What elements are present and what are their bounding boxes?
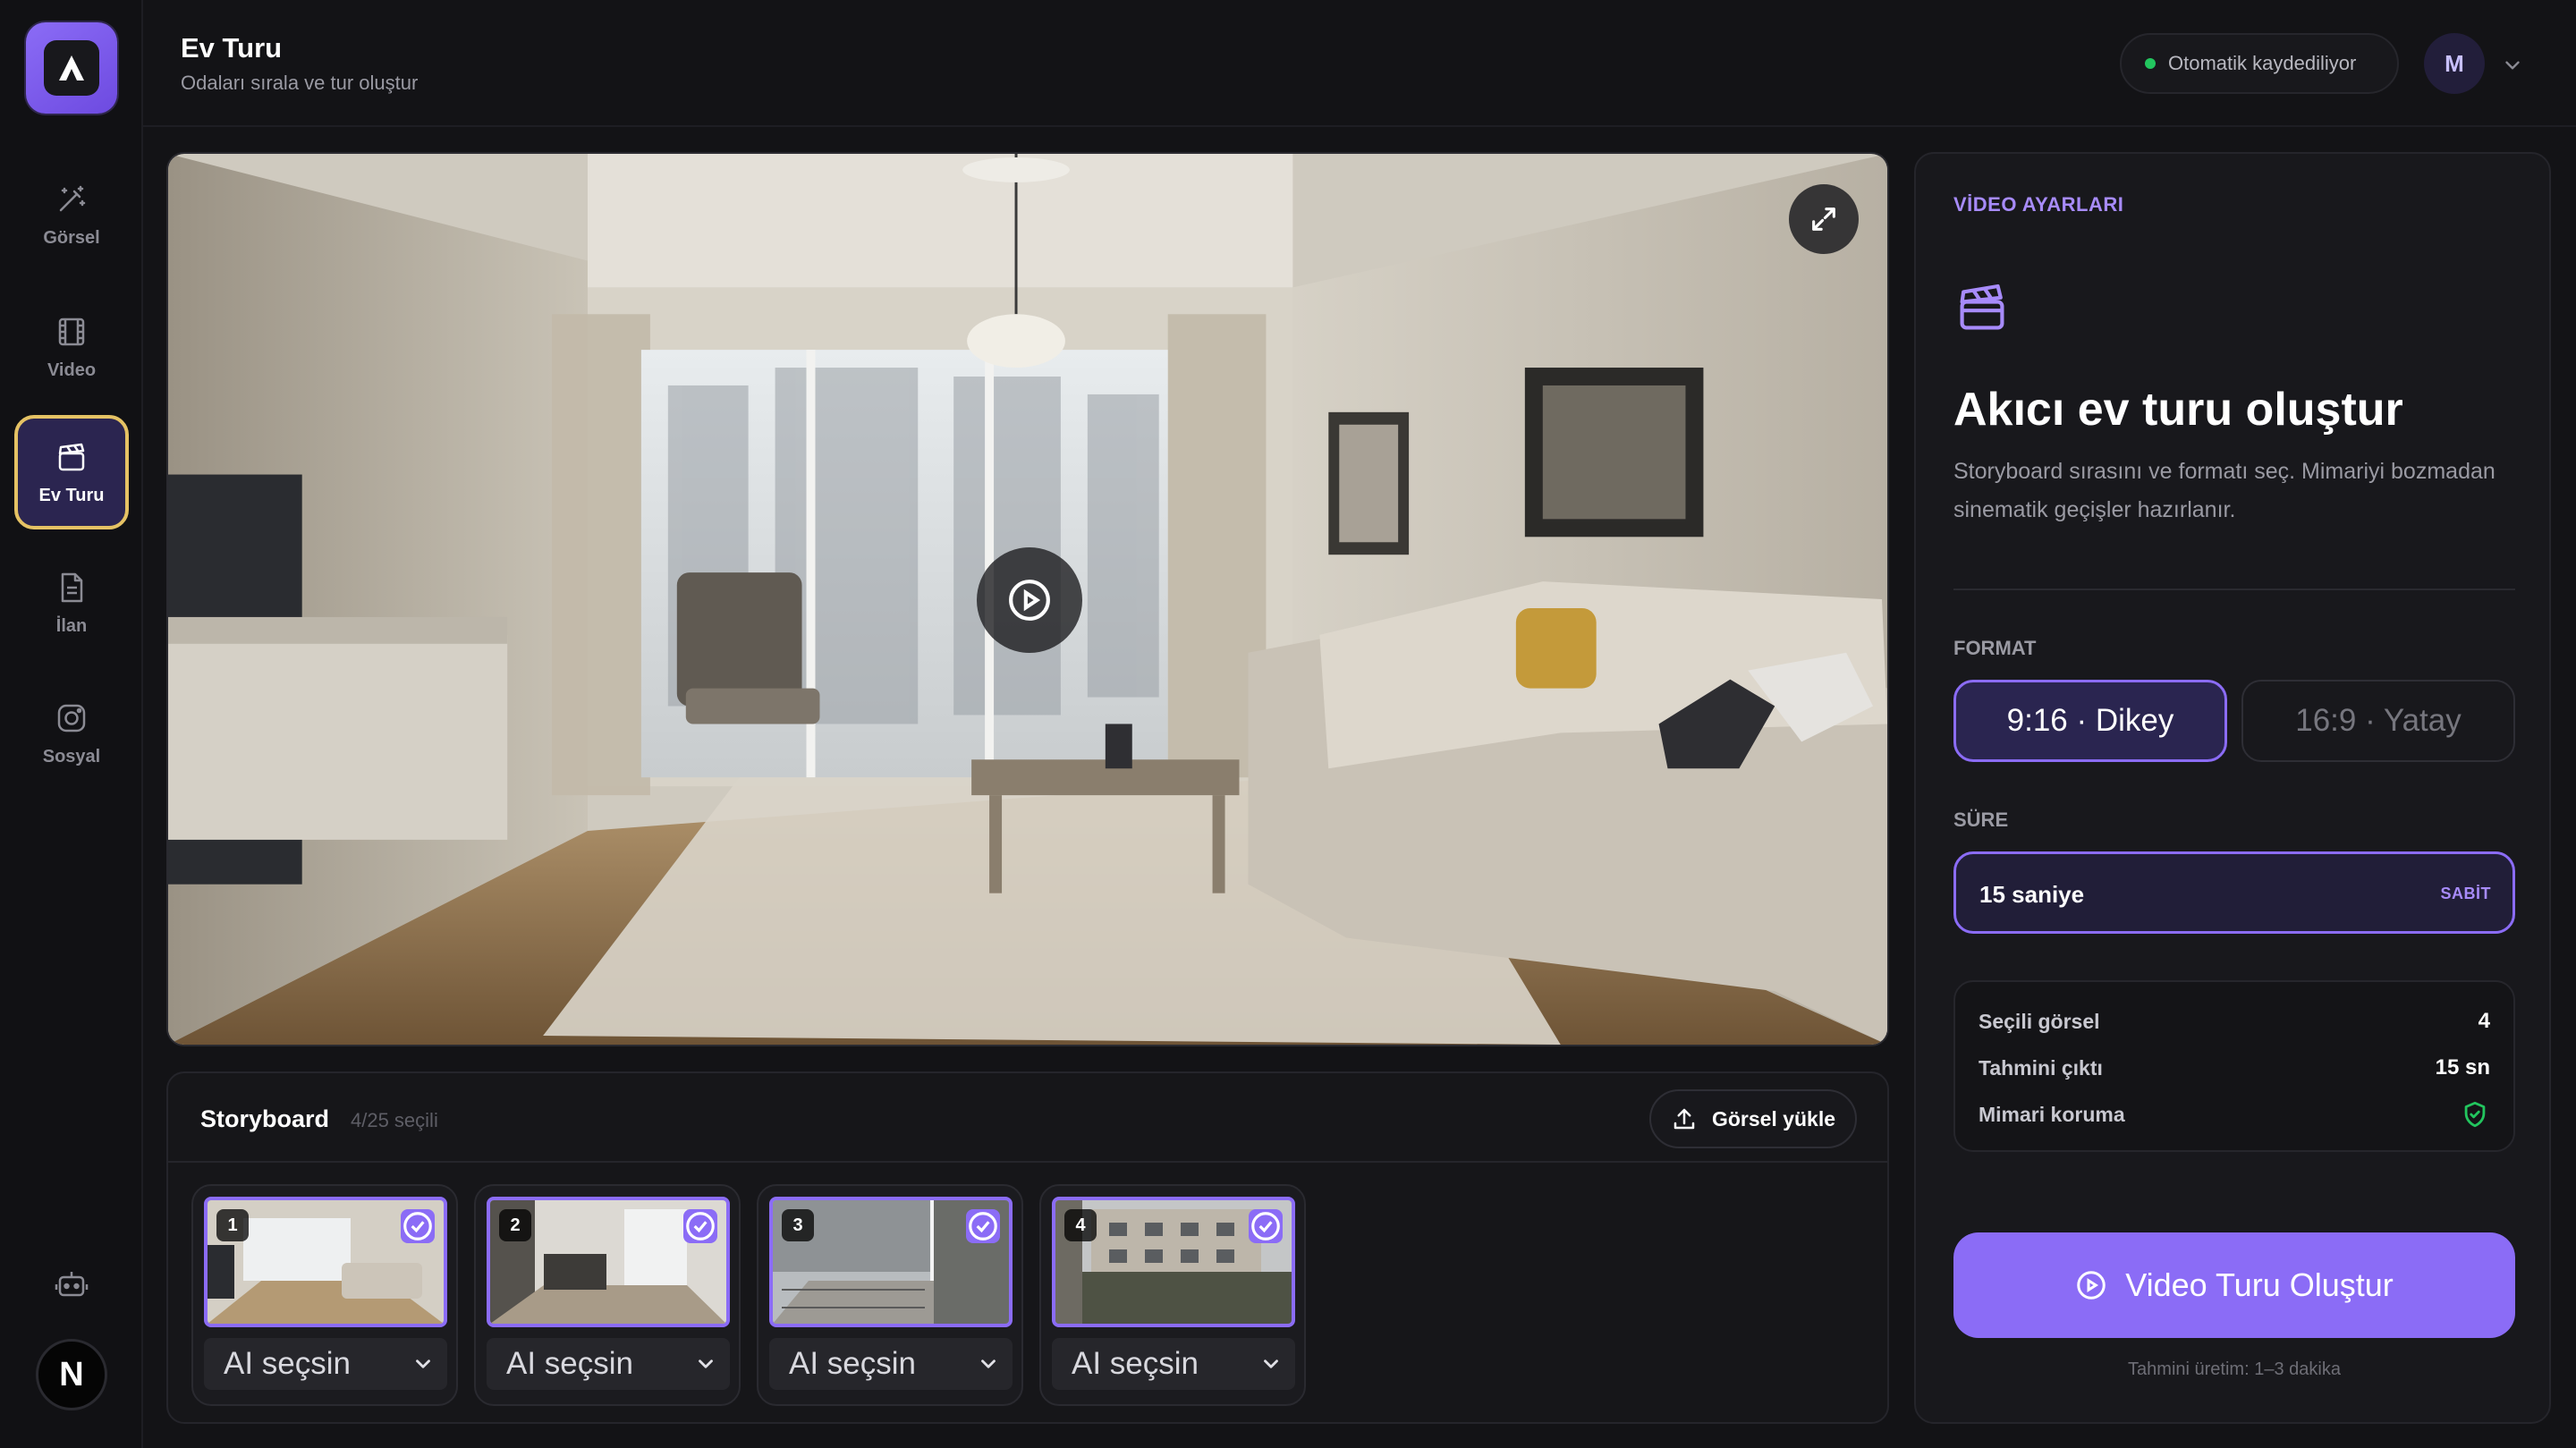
document-icon: [61, 572, 83, 602]
summary-key: Tahmini çıktı: [1979, 1055, 2103, 1080]
user-avatar[interactable]: M: [2424, 33, 2485, 94]
storyboard-panel: Storyboard 4/25 seçili Görsel yükle 1 AI…: [166, 1071, 1889, 1424]
divider: [1953, 589, 2515, 590]
upload-image-button[interactable]: Görsel yükle: [1649, 1089, 1857, 1148]
sidebar-item-gorsel[interactable]: Görsel: [14, 157, 129, 272]
storyboard-header: Storyboard 4/25 seçili Görsel yükle: [168, 1073, 1887, 1163]
storyboard-thumbnail[interactable]: 1: [204, 1197, 447, 1327]
expand-icon: [1812, 207, 1835, 231]
play-button[interactable]: [977, 547, 1082, 653]
upload-icon: [1674, 1108, 1695, 1130]
duration-field: 15 saniye SABİT: [1953, 851, 2515, 934]
select-value: AI seçsin: [224, 1346, 351, 1381]
summary-value: 4: [2478, 1009, 2490, 1033]
summary-row: Seçili görsel 4: [1979, 1003, 2490, 1039]
storyboard-card[interactable]: 2 AI seçsin: [474, 1184, 741, 1406]
summary-row: Tahmini çıktı 15 sn: [1979, 1050, 2490, 1086]
fullscreen-button[interactable]: [1789, 184, 1859, 254]
chevron-down-icon: [981, 1359, 996, 1368]
shield-check-icon: [2464, 1101, 2486, 1128]
storyboard-card[interactable]: 3 AI seçsin: [757, 1184, 1023, 1406]
create-video-tour-button[interactable]: Video Turu Oluştur: [1953, 1232, 2515, 1338]
duration-value: 15 saniye: [1979, 881, 2085, 908]
card-index: 2: [499, 1209, 531, 1241]
clapperboard-icon: [58, 443, 85, 470]
ai-select-dropdown[interactable]: AI seçsin: [769, 1338, 1013, 1390]
play-icon: [1009, 580, 1050, 621]
card-index: 1: [216, 1209, 249, 1241]
ai-select-dropdown[interactable]: AI seçsin: [1052, 1338, 1295, 1390]
sidebar: Görsel Video Ev Turu İlan Sosyal N: [0, 0, 143, 1448]
format-label: FORMAT: [1953, 637, 2037, 659]
card-index: 3: [782, 1209, 814, 1241]
video-settings-panel: VİDEO AYARLARI Akıcı ev turu oluştur Sto…: [1914, 152, 2551, 1424]
summary-row: Mimari koruma: [1979, 1097, 2490, 1132]
storyboard-card[interactable]: 4 AI seçsin: [1039, 1184, 1306, 1406]
status-dot-icon: [2145, 58, 2156, 69]
check-circle-icon[interactable]: [683, 1209, 717, 1243]
select-value: AI seçsin: [789, 1346, 916, 1381]
storyboard-thumbnail[interactable]: 2: [487, 1197, 730, 1327]
workspace-avatar[interactable]: N: [36, 1339, 107, 1410]
ai-select-dropdown[interactable]: AI seçsin: [487, 1338, 730, 1390]
clapperboard-icon: [1960, 284, 2004, 330]
summary-value: 15 sn: [2435, 1055, 2490, 1080]
summary-key: Seçili görsel: [1979, 1009, 2100, 1033]
chevron-down-icon: [1264, 1359, 1278, 1368]
page-title: Ev Turu: [181, 32, 283, 64]
panel-title: Akıcı ev turu oluştur: [1953, 384, 2403, 436]
summary-box: Seçili görsel 4 Tahmini çıktı 15 sn Mima…: [1953, 980, 2515, 1152]
video-preview[interactable]: [166, 152, 1889, 1046]
chevron-down-icon: [699, 1359, 713, 1368]
storyboard-thumbnail[interactable]: 3: [769, 1197, 1013, 1327]
logo-mark-icon: [44, 40, 99, 96]
sidebar-item-label: Ev Turu: [38, 485, 105, 505]
panel-kicker: VİDEO AYARLARI: [1953, 193, 2124, 216]
magic-wand-icon: [59, 185, 86, 211]
format-option-horizontal[interactable]: 16:9 · Yatay: [2241, 680, 2515, 762]
storyboard-count: 4/25 seçili: [351, 1109, 438, 1131]
sidebar-item-label: Sosyal: [42, 746, 101, 766]
sidebar-item-sosyal[interactable]: Sosyal: [14, 676, 129, 791]
duration-label: SÜRE: [1953, 809, 2009, 831]
autosave-status: Otomatik kaydediliyor: [2120, 33, 2399, 94]
panel-description: Storyboard sırasını ve formatı seç. Mima…: [1953, 459, 2496, 522]
format-option-vertical[interactable]: 9:16 · Dikey: [1953, 680, 2227, 762]
sidebar-item-ilan[interactable]: İlan: [14, 546, 129, 660]
ai-select-dropdown[interactable]: AI seçsin: [204, 1338, 447, 1390]
app-logo[interactable]: [26, 22, 117, 114]
robot-icon[interactable]: [54, 1266, 89, 1302]
storyboard-title: Storyboard: [200, 1105, 330, 1132]
page-subtitle: Odaları sırala ve tur oluştur: [181, 72, 419, 94]
summary-key: Mimari koruma: [1979, 1102, 2125, 1126]
sidebar-item-label: Görsel: [43, 227, 100, 248]
sidebar-item-label: Video: [47, 360, 97, 380]
storyboard-card[interactable]: 1 AI seçsin: [191, 1184, 458, 1406]
instagram-icon: [57, 704, 86, 732]
chevron-down-icon: [416, 1359, 430, 1368]
card-index: 4: [1064, 1209, 1097, 1241]
chevron-down-icon[interactable]: [2501, 54, 2524, 77]
upload-label: Görsel yükle: [1711, 1106, 1836, 1130]
select-value: AI seçsin: [1072, 1346, 1199, 1381]
estimate-note: Tahmini üretim: 1–3 dakika: [2128, 1359, 2341, 1379]
check-circle-icon[interactable]: [966, 1209, 1000, 1243]
storyboard-thumbnail[interactable]: 4: [1052, 1197, 1295, 1327]
sidebar-item-label: İlan: [55, 615, 88, 636]
fixed-badge: SABİT: [2440, 885, 2491, 902]
film-icon: [58, 318, 85, 345]
cta-label: Video Turu Oluştur: [2125, 1266, 2394, 1303]
sidebar-item-ev-turu[interactable]: Ev Turu: [14, 415, 129, 529]
check-circle-icon[interactable]: [401, 1209, 435, 1243]
sidebar-item-video[interactable]: Video: [14, 290, 129, 404]
select-value: AI seçsin: [506, 1346, 633, 1381]
autosave-label: Otomatik kaydediliyor: [2168, 52, 2357, 74]
play-circle-icon: [2077, 1271, 2106, 1300]
check-circle-icon[interactable]: [1249, 1209, 1283, 1243]
